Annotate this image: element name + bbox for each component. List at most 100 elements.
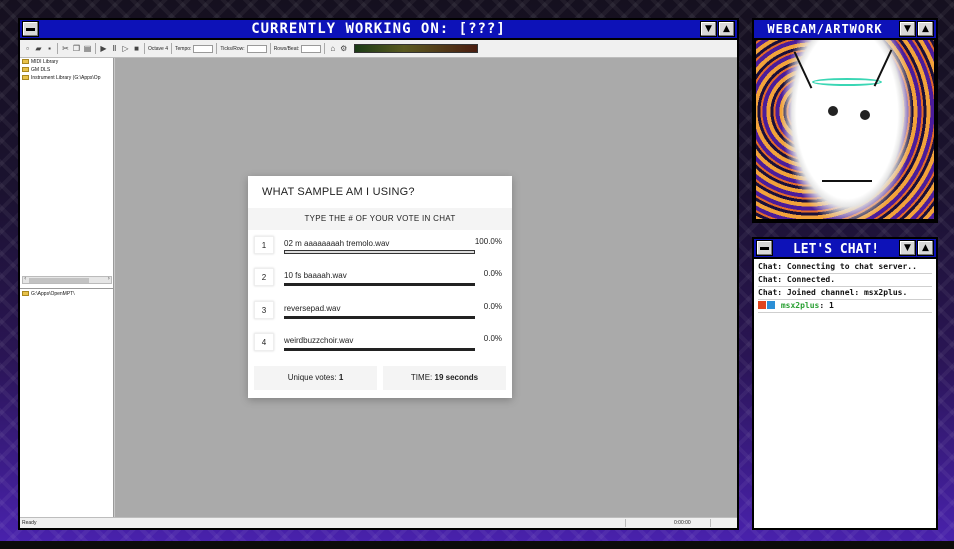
tree-item-gm-dls[interactable]: GM DLS	[20, 66, 114, 74]
option-number: 3	[254, 301, 274, 319]
poll-timer: TIME: 19 seconds	[383, 366, 506, 390]
status-separator	[710, 519, 711, 527]
option-percent: 0.0%	[483, 302, 502, 311]
poll-title: WHAT SAMPLE AM I USING?	[262, 186, 415, 198]
save-icon[interactable]: ▪	[45, 44, 54, 53]
main-titlebar[interactable]: CURRENTLY WORKING ON: [???] ▼ ▲	[20, 20, 737, 40]
stop-icon[interactable]: ■	[132, 44, 141, 53]
toolbar-separator	[216, 43, 218, 54]
poll-subtitle: TYPE THE # OF YOUR VOTE IN CHAT	[248, 208, 512, 230]
option-label: 10 fs baaaah.wav	[284, 271, 347, 280]
tree-divider[interactable]	[20, 288, 114, 289]
toolbar-separator	[95, 43, 96, 54]
main-window-title: CURRENTLY WORKING ON: [???]	[251, 21, 506, 37]
bottom-strip	[0, 541, 954, 549]
tempo-label: Tempo:	[175, 45, 192, 52]
option-progress-bar	[284, 283, 475, 286]
character-illustration	[782, 40, 912, 219]
maximize-button[interactable]: ▲	[718, 21, 735, 37]
tree-item-midi-library[interactable]: MIDI Library	[20, 58, 114, 66]
tree-item-instrument-library[interactable]: Instrument Library (G:\Apps\Op	[20, 74, 114, 82]
toolbar: ▫ ▰ ▪ ✂ ❐ ▤ ▶ Ⅱ ▷ ■ Octave 4 Tempo: Tick…	[20, 40, 737, 58]
tempo-input[interactable]	[193, 44, 214, 53]
rows-beat-input[interactable]	[301, 44, 322, 53]
option-percent: 100.0%	[474, 237, 502, 246]
metronome-icon[interactable]: ⌂	[328, 44, 337, 53]
antler-line	[873, 49, 893, 87]
maximize-button[interactable]: ▲	[917, 21, 934, 37]
status-bar: Ready 0:00:00	[20, 517, 737, 528]
broadcaster-badge-icon	[758, 301, 766, 309]
option-progress-bar	[284, 316, 475, 319]
character-eye	[828, 106, 838, 116]
settings-icon[interactable]: ⚙	[339, 44, 348, 53]
option-percent: 0.0%	[483, 269, 502, 278]
arm-line	[822, 180, 872, 182]
option-progress-bar	[284, 348, 475, 351]
chat-username[interactable]: msx2plus	[781, 301, 820, 310]
option-number: 2	[254, 268, 274, 286]
webcam-title: WEBCAM/ARTWORK	[767, 22, 883, 36]
scroll-left-icon[interactable]: ‹	[24, 275, 26, 282]
toolbar-separator	[171, 43, 173, 54]
pause-icon[interactable]: Ⅱ	[110, 44, 119, 53]
option-number: 1	[254, 236, 274, 254]
option-progress-fill	[285, 251, 474, 253]
minimize-button[interactable]: ▼	[899, 21, 916, 37]
chat-system-line: Chat: Connecting to chat server..	[758, 261, 932, 274]
poll-option: 1 02 m aaaaaaaah tremolo.wav 100.0%	[254, 233, 506, 259]
option-progress-bar	[284, 250, 475, 254]
cut-icon[interactable]: ✂	[61, 44, 70, 53]
chat-system-line: Chat: Connected.	[758, 274, 932, 287]
timer-value: 19 seconds	[434, 373, 479, 382]
vu-meter	[354, 44, 479, 53]
folder-icon	[22, 291, 29, 297]
new-file-icon[interactable]: ▫	[23, 44, 32, 53]
ticks-row-input[interactable]	[246, 44, 267, 53]
poll-option: 2 10 fs baaaah.wav 0.0%	[254, 265, 506, 291]
tree-horizontal-scrollbar[interactable]: ‹ ›	[22, 275, 112, 284]
poll-option: 4 weirdbuzzchoir.wav 0.0%	[254, 330, 506, 356]
subscriber-badge-icon	[767, 301, 775, 309]
option-label: reversepad.wav	[284, 304, 341, 313]
chat-message-text: : 1	[819, 301, 834, 310]
toolbar-separator	[57, 43, 58, 54]
unique-votes-label: Unique votes:	[287, 373, 337, 382]
minimize-button[interactable]: ▼	[700, 21, 717, 37]
webcam-titlebar[interactable]: WEBCAM/ARTWORK ▼ ▲	[754, 20, 936, 40]
tree-item-openmpt-folder[interactable]: G:\Apps\OpenMPT\	[20, 290, 114, 298]
chat-titlebar[interactable]: LET'S CHAT! ▼ ▲	[754, 239, 936, 259]
rows-beat-label: Rows/Beat:	[273, 45, 300, 52]
octave-label: Octave 4	[148, 45, 169, 52]
chat-title: LET'S CHAT!	[792, 242, 880, 257]
chat-system-line: Chat: Joined channel: msx2plus.	[758, 287, 932, 300]
folder-icon	[22, 75, 29, 81]
timer-label: TIME:	[410, 373, 433, 382]
poll-card: WHAT SAMPLE AM I USING? TYPE THE # OF YO…	[248, 176, 512, 398]
chat-log: Chat: Connecting to chat server.. Chat: …	[758, 261, 932, 313]
open-folder-icon[interactable]: ▰	[34, 44, 43, 53]
character-eye	[860, 110, 870, 120]
option-percent: 0.0%	[483, 334, 502, 343]
play-song-icon[interactable]: ▶	[99, 44, 108, 53]
toolbar-separator	[144, 43, 145, 54]
option-label: weirdbuzzchoir.wav	[284, 336, 354, 345]
folder-icon	[22, 67, 29, 73]
option-number: 4	[254, 333, 274, 351]
minimize-button[interactable]: ▼	[899, 240, 916, 256]
scroll-right-icon[interactable]: ›	[108, 275, 110, 282]
play-pattern-icon[interactable]: ▷	[121, 44, 130, 53]
window-menu-button[interactable]	[756, 240, 773, 256]
webcam-window: WEBCAM/ARTWORK ▼ ▲	[752, 18, 938, 223]
headband	[812, 78, 882, 86]
status-separator	[625, 519, 626, 527]
poll-footer: Unique votes: 1 TIME: 19 seconds	[254, 366, 506, 390]
maximize-button[interactable]: ▲	[917, 240, 934, 256]
scroll-thumb[interactable]	[29, 278, 89, 283]
folder-tree: G:\Apps\OpenMPT\	[20, 290, 114, 298]
copy-icon[interactable]: ❐	[72, 44, 81, 53]
toolbar-separator	[324, 43, 326, 54]
paste-icon[interactable]: ▤	[83, 44, 92, 53]
chat-window: LET'S CHAT! ▼ ▲ Chat: Connecting to chat…	[752, 237, 938, 530]
status-text: Ready	[22, 520, 37, 526]
